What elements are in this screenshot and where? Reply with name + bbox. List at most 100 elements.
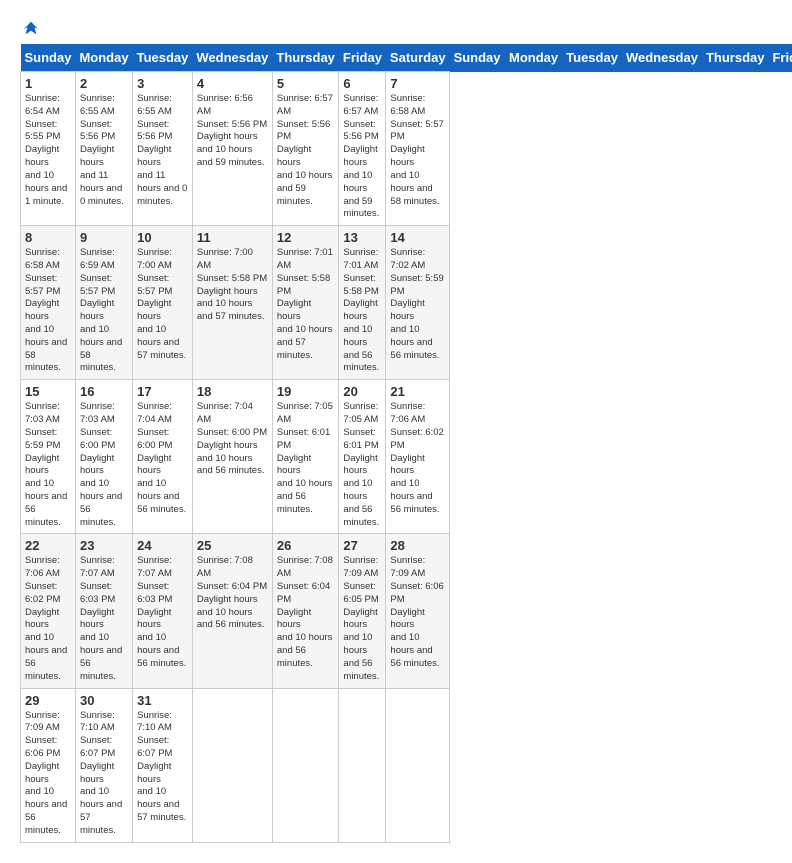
day-number: 19 <box>277 384 335 399</box>
col-header-monday: Monday <box>75 44 132 72</box>
day-info: Sunrise: 7:04 AM Sunset: 6:00 PM Dayligh… <box>197 401 268 478</box>
day-number: 17 <box>137 384 188 399</box>
calendar-cell: 2 Sunrise: 6:55 AM Sunset: 5:56 PM Dayli… <box>75 72 132 226</box>
day-info: Sunrise: 7:08 AM Sunset: 6:04 PM Dayligh… <box>277 555 335 670</box>
calendar-cell: 7 Sunrise: 6:58 AM Sunset: 5:57 PM Dayli… <box>386 72 450 226</box>
day-number: 10 <box>137 230 188 245</box>
calendar-week-4: 22 Sunrise: 7:06 AM Sunset: 6:02 PM Dayl… <box>21 534 792 688</box>
day-number: 20 <box>343 384 381 399</box>
col-header-sunday: Sunday <box>21 44 76 72</box>
day-info: Sunrise: 7:05 AM Sunset: 6:01 PM Dayligh… <box>343 401 381 529</box>
col-header-saturday: Saturday <box>386 44 450 72</box>
day-info: Sunrise: 7:10 AM Sunset: 6:07 PM Dayligh… <box>137 710 188 825</box>
calendar-cell <box>339 688 386 842</box>
day-number: 15 <box>25 384 71 399</box>
col-header-wednesday: Wednesday <box>622 44 702 72</box>
col-header-sunday: Sunday <box>450 44 505 72</box>
calendar-cell: 19 Sunrise: 7:05 AM Sunset: 6:01 PM Dayl… <box>272 380 339 534</box>
calendar-cell: 22 Sunrise: 7:06 AM Sunset: 6:02 PM Dayl… <box>21 534 76 688</box>
day-info: Sunrise: 6:58 AM Sunset: 5:57 PM Dayligh… <box>25 247 71 375</box>
col-header-thursday: Thursday <box>702 44 769 72</box>
calendar-header-row: SundayMondayTuesdayWednesdayThursdayFrid… <box>21 44 792 72</box>
day-number: 8 <box>25 230 71 245</box>
day-info: Sunrise: 7:08 AM Sunset: 6:04 PM Dayligh… <box>197 555 268 632</box>
calendar-week-1: 1 Sunrise: 6:54 AM Sunset: 5:55 PM Dayli… <box>21 72 792 226</box>
day-number: 26 <box>277 538 335 553</box>
day-info: Sunrise: 7:09 AM Sunset: 6:06 PM Dayligh… <box>25 710 71 838</box>
day-info: Sunrise: 7:00 AM Sunset: 5:57 PM Dayligh… <box>137 247 188 362</box>
day-info: Sunrise: 6:55 AM Sunset: 5:56 PM Dayligh… <box>137 93 188 208</box>
calendar-cell: 11 Sunrise: 7:00 AM Sunset: 5:58 PM Dayl… <box>192 226 272 380</box>
day-info: Sunrise: 7:01 AM Sunset: 5:58 PM Dayligh… <box>277 247 335 362</box>
calendar-cell: 9 Sunrise: 6:59 AM Sunset: 5:57 PM Dayli… <box>75 226 132 380</box>
day-info: Sunrise: 7:03 AM Sunset: 6:00 PM Dayligh… <box>80 401 128 529</box>
header <box>20 20 772 34</box>
day-info: Sunrise: 7:05 AM Sunset: 6:01 PM Dayligh… <box>277 401 335 516</box>
day-number: 16 <box>80 384 128 399</box>
calendar-cell: 10 Sunrise: 7:00 AM Sunset: 5:57 PM Dayl… <box>133 226 193 380</box>
col-header-thursday: Thursday <box>272 44 339 72</box>
day-number: 27 <box>343 538 381 553</box>
calendar-cell: 20 Sunrise: 7:05 AM Sunset: 6:01 PM Dayl… <box>339 380 386 534</box>
day-info: Sunrise: 7:01 AM Sunset: 5:58 PM Dayligh… <box>343 247 381 375</box>
day-number: 28 <box>390 538 445 553</box>
day-number: 18 <box>197 384 268 399</box>
logo <box>20 20 40 34</box>
day-number: 25 <box>197 538 268 553</box>
day-number: 5 <box>277 76 335 91</box>
day-number: 21 <box>390 384 445 399</box>
day-info: Sunrise: 7:07 AM Sunset: 6:03 PM Dayligh… <box>137 555 188 670</box>
calendar-cell: 16 Sunrise: 7:03 AM Sunset: 6:00 PM Dayl… <box>75 380 132 534</box>
calendar-cell: 18 Sunrise: 7:04 AM Sunset: 6:00 PM Dayl… <box>192 380 272 534</box>
day-number: 9 <box>80 230 128 245</box>
day-number: 7 <box>390 76 445 91</box>
calendar-cell: 6 Sunrise: 6:57 AM Sunset: 5:56 PM Dayli… <box>339 72 386 226</box>
calendar-cell: 30 Sunrise: 7:10 AM Sunset: 6:07 PM Dayl… <box>75 688 132 842</box>
day-number: 2 <box>80 76 128 91</box>
day-info: Sunrise: 6:57 AM Sunset: 5:56 PM Dayligh… <box>343 93 381 221</box>
col-header-friday: Friday <box>768 44 792 72</box>
day-info: Sunrise: 7:04 AM Sunset: 6:00 PM Dayligh… <box>137 401 188 516</box>
day-info: Sunrise: 7:06 AM Sunset: 6:02 PM Dayligh… <box>25 555 71 683</box>
day-info: Sunrise: 6:56 AM Sunset: 5:56 PM Dayligh… <box>197 93 268 170</box>
calendar-cell: 25 Sunrise: 7:08 AM Sunset: 6:04 PM Dayl… <box>192 534 272 688</box>
day-number: 1 <box>25 76 71 91</box>
day-info: Sunrise: 7:03 AM Sunset: 5:59 PM Dayligh… <box>25 401 71 529</box>
calendar-cell: 4 Sunrise: 6:56 AM Sunset: 5:56 PM Dayli… <box>192 72 272 226</box>
calendar-cell: 5 Sunrise: 6:57 AM Sunset: 5:56 PM Dayli… <box>272 72 339 226</box>
day-info: Sunrise: 6:55 AM Sunset: 5:56 PM Dayligh… <box>80 93 128 208</box>
day-number: 6 <box>343 76 381 91</box>
col-header-monday: Monday <box>505 44 562 72</box>
day-number: 30 <box>80 693 128 708</box>
calendar-week-5: 29 Sunrise: 7:09 AM Sunset: 6:06 PM Dayl… <box>21 688 792 842</box>
day-info: Sunrise: 6:58 AM Sunset: 5:57 PM Dayligh… <box>390 93 445 208</box>
day-info: Sunrise: 7:09 AM Sunset: 6:05 PM Dayligh… <box>343 555 381 683</box>
calendar-cell: 1 Sunrise: 6:54 AM Sunset: 5:55 PM Dayli… <box>21 72 76 226</box>
calendar-cell: 17 Sunrise: 7:04 AM Sunset: 6:00 PM Dayl… <box>133 380 193 534</box>
calendar-cell: 12 Sunrise: 7:01 AM Sunset: 5:58 PM Dayl… <box>272 226 339 380</box>
day-number: 4 <box>197 76 268 91</box>
day-info: Sunrise: 6:59 AM Sunset: 5:57 PM Dayligh… <box>80 247 128 375</box>
day-number: 23 <box>80 538 128 553</box>
col-header-wednesday: Wednesday <box>192 44 272 72</box>
calendar-cell: 8 Sunrise: 6:58 AM Sunset: 5:57 PM Dayli… <box>21 226 76 380</box>
calendar-cell <box>386 688 450 842</box>
calendar-cell <box>272 688 339 842</box>
day-info: Sunrise: 7:06 AM Sunset: 6:02 PM Dayligh… <box>390 401 445 516</box>
day-info: Sunrise: 7:09 AM Sunset: 6:06 PM Dayligh… <box>390 555 445 670</box>
calendar-cell: 14 Sunrise: 7:02 AM Sunset: 5:59 PM Dayl… <box>386 226 450 380</box>
calendar-cell: 21 Sunrise: 7:06 AM Sunset: 6:02 PM Dayl… <box>386 380 450 534</box>
col-header-tuesday: Tuesday <box>133 44 193 72</box>
calendar-cell: 15 Sunrise: 7:03 AM Sunset: 5:59 PM Dayl… <box>21 380 76 534</box>
day-info: Sunrise: 7:07 AM Sunset: 6:03 PM Dayligh… <box>80 555 128 683</box>
calendar-week-3: 15 Sunrise: 7:03 AM Sunset: 5:59 PM Dayl… <box>21 380 792 534</box>
calendar-table: SundayMondayTuesdayWednesdayThursdayFrid… <box>20 44 792 843</box>
day-number: 29 <box>25 693 71 708</box>
day-info: Sunrise: 7:10 AM Sunset: 6:07 PM Dayligh… <box>80 710 128 838</box>
day-info: Sunrise: 7:00 AM Sunset: 5:58 PM Dayligh… <box>197 247 268 324</box>
calendar-cell: 28 Sunrise: 7:09 AM Sunset: 6:06 PM Dayl… <box>386 534 450 688</box>
col-header-friday: Friday <box>339 44 386 72</box>
calendar-cell: 31 Sunrise: 7:10 AM Sunset: 6:07 PM Dayl… <box>133 688 193 842</box>
calendar-cell: 26 Sunrise: 7:08 AM Sunset: 6:04 PM Dayl… <box>272 534 339 688</box>
day-number: 24 <box>137 538 188 553</box>
